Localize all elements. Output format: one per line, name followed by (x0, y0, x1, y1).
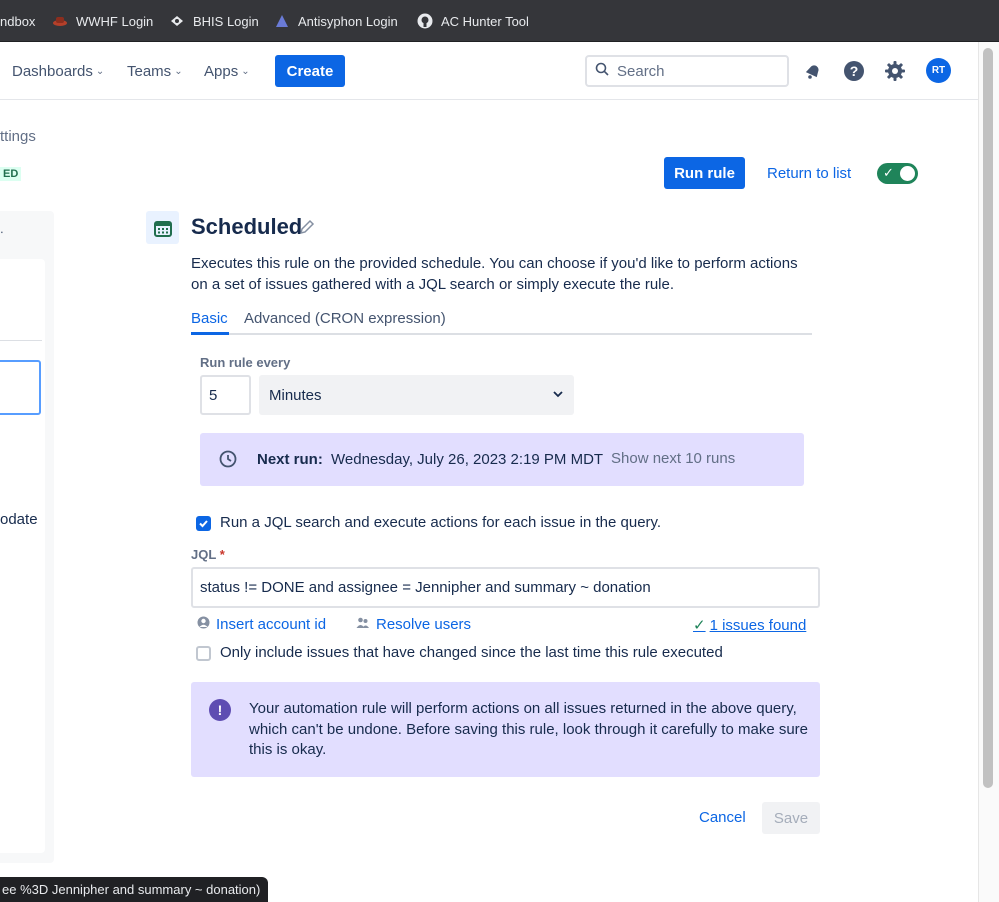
help-icon[interactable]: ? (842, 59, 866, 83)
interval-number-input[interactable]: 5 (200, 375, 251, 415)
people-icon (356, 616, 370, 633)
avatar[interactable]: RT (926, 58, 951, 83)
check-icon: ✓ (883, 165, 894, 180)
required-asterisk: * (219, 547, 225, 562)
save-button[interactable]: Save (762, 802, 820, 834)
selected-component[interactable] (0, 360, 41, 415)
link-status-tooltip: ee %3D Jennipher and summary ~ donation) (0, 877, 268, 902)
chevron-down-icon: ⌄ (174, 65, 183, 77)
insert-account-id-label: Insert account id (216, 616, 327, 633)
show-next-runs-link[interactable]: Show next 10 runs (611, 450, 735, 467)
chevron-down-icon (552, 387, 564, 404)
divider (0, 340, 42, 341)
check-icon (199, 520, 208, 528)
rule-components-list (0, 259, 45, 853)
scrollbar-thumb[interactable] (983, 48, 993, 788)
bookmark-bhis-login[interactable]: BHIS Login (169, 0, 259, 42)
resolve-users-button[interactable]: Resolve users (356, 616, 471, 633)
rule-enabled-toggle[interactable]: ✓ (877, 163, 918, 184)
jql-label-text: JQL (191, 547, 217, 562)
bookmark-label: BHIS Login (193, 13, 259, 29)
nav-teams[interactable]: Teams ⌄ (127, 42, 183, 100)
person-icon (197, 616, 210, 633)
nav-apps[interactable]: Apps ⌄ (204, 42, 250, 100)
exclamation-icon: ! (209, 699, 231, 721)
bookmark-wwhf-login[interactable]: WWHF Login (52, 0, 153, 42)
next-run-label: Next run: (257, 451, 323, 468)
jql-query-value: status != DONE and assignee = Jennipher … (200, 579, 651, 596)
edit-pencil-icon[interactable] (298, 218, 316, 236)
panel-collapse-icon[interactable]: ∙ (0, 224, 4, 239)
jql-search-checkbox-label: Run a JQL search and execute actions for… (220, 514, 662, 531)
next-run-banner: Next run: Wednesday, July 26, 2023 2:19 … (200, 433, 804, 486)
component-item-update[interactable]: odate (0, 511, 38, 528)
nav-apps-label: Apps (204, 62, 239, 80)
status-badge: ED (0, 167, 22, 181)
insert-account-id-button[interactable]: Insert account id (197, 616, 326, 633)
calendar-icon (146, 211, 179, 244)
create-button[interactable]: Create (275, 55, 345, 87)
only-changed-checkbox-label: Only include issues that have changed si… (220, 644, 723, 661)
page-scrollbar[interactable] (978, 42, 999, 902)
bookmark-label: Antisyphon Login (298, 13, 398, 29)
chevron-down-icon: ⌄ (241, 65, 250, 77)
bhis-icon (169, 13, 185, 29)
check-icon: ✓ (693, 617, 706, 634)
issues-found-link[interactable]: ✓ 1 issues found (693, 616, 807, 635)
active-tab-indicator (191, 332, 229, 335)
search-placeholder: Search (617, 62, 665, 80)
issues-found-label: 1 issues found (709, 616, 807, 634)
clock-icon (219, 450, 237, 472)
schedule-tabs: Basic Advanced (CRON expression) (191, 308, 812, 335)
bookmarks-bar: ndbox WWHF Login BHIS Login Antisyphon L… (0, 0, 999, 42)
jql-query-input[interactable]: status != DONE and assignee = Jennipher … (191, 567, 820, 608)
github-icon (417, 13, 433, 29)
svg-text:?: ? (850, 63, 859, 79)
interval-unit-select[interactable]: Minutes (259, 375, 574, 415)
jql-label: JQL * (191, 547, 225, 562)
warning-text: Your automation rule will perform action… (249, 700, 809, 758)
top-navigation: Dashboards ⌄ Teams ⌄ Apps ⌄ Create Searc… (0, 42, 978, 100)
nav-dashboards-label: Dashboards (12, 62, 93, 80)
page-title: Scheduled (191, 214, 303, 239)
only-changed-checkbox[interactable] (196, 646, 211, 661)
jql-search-checkbox[interactable] (196, 516, 211, 531)
bookmark-label: WWHF Login (76, 13, 154, 29)
interval-unit-value: Minutes (269, 386, 322, 404)
tab-advanced-cron[interactable]: Advanced (CRON expression) (244, 310, 446, 327)
jql-warning-banner: ! Your automation rule will perform acti… (191, 682, 820, 777)
resolve-users-label: Resolve users (376, 616, 472, 633)
run-rule-button[interactable]: Run rule (664, 157, 745, 189)
hat-icon (52, 13, 68, 29)
bookmark-label: ndbox (0, 13, 36, 29)
cancel-button[interactable]: Cancel (699, 809, 746, 826)
notifications-icon[interactable] (801, 59, 825, 83)
tab-basic[interactable]: Basic (191, 310, 228, 327)
run-every-label: Run rule every (200, 355, 291, 370)
trigger-description: Executes this rule on the provided sched… (191, 255, 798, 293)
breadcrumb-settings[interactable]: ttings (0, 128, 36, 145)
bookmark-label: AC Hunter Tool (441, 13, 529, 29)
toggle-knob (900, 166, 915, 181)
return-to-list-link[interactable]: Return to list (767, 165, 851, 182)
nav-dashboards[interactable]: Dashboards ⌄ (12, 42, 104, 100)
nav-teams-label: Teams (127, 62, 172, 80)
bookmark-antisyphon-login[interactable]: Antisyphon Login (274, 0, 398, 42)
bookmark-ac-hunter-tool[interactable]: AC Hunter Tool (417, 0, 529, 42)
next-run-value: Wednesday, July 26, 2023 2:19 PM MDT (331, 451, 604, 468)
chevron-down-icon: ⌄ (95, 65, 105, 77)
search-input[interactable]: Search (585, 55, 789, 87)
search-icon (595, 62, 609, 80)
settings-gear-icon[interactable] (883, 59, 907, 83)
bookmark-sandbox[interactable]: ndbox (0, 0, 35, 42)
antisyphon-icon (274, 13, 290, 29)
